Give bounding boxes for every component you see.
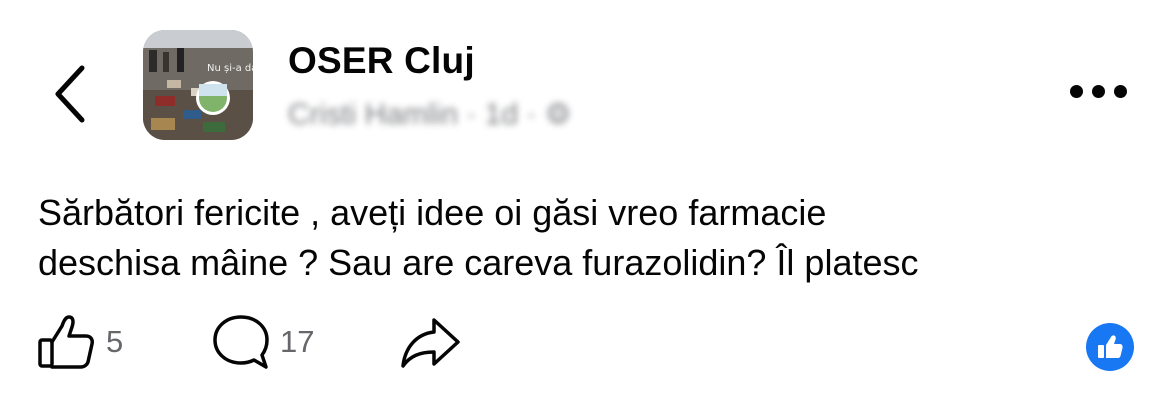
back-button[interactable] [48,62,92,126]
like-count: 5 [106,324,124,359]
author-meta[interactable]: Cristi Hamlin · 1d · ⚙ [288,97,572,132]
share-button[interactable] [398,312,464,372]
post-text-line: deschisa mâine ? Sau are careva furazoli… [38,242,919,283]
avatar-caption: Nu și-a dat acc [207,63,253,74]
chevron-left-icon [55,65,85,123]
post-text: Sărbători fericite , aveți idee oi găsi … [38,188,1138,288]
more-dots-icon [1092,85,1105,98]
group-name[interactable]: OSER Cluj [288,40,475,82]
group-photo [143,30,253,140]
more-dots-icon [1114,85,1127,98]
like-reaction-icon [1098,335,1123,358]
more-options-button[interactable] [1066,80,1130,104]
like-reaction-badge[interactable] [1086,323,1134,371]
comment-bubble-icon [213,315,269,369]
group-avatar[interactable]: Nu și-a dat acc [143,30,253,140]
comment-count: 17 [280,324,315,359]
post-text-line: Sărbători fericite , aveți idee oi găsi … [38,192,827,233]
thumbs-up-icon [38,315,94,369]
comment-button[interactable]: 17 [210,312,314,372]
share-arrow-icon [401,318,460,368]
more-dots-icon [1070,85,1083,98]
like-button[interactable]: 5 [36,312,123,372]
